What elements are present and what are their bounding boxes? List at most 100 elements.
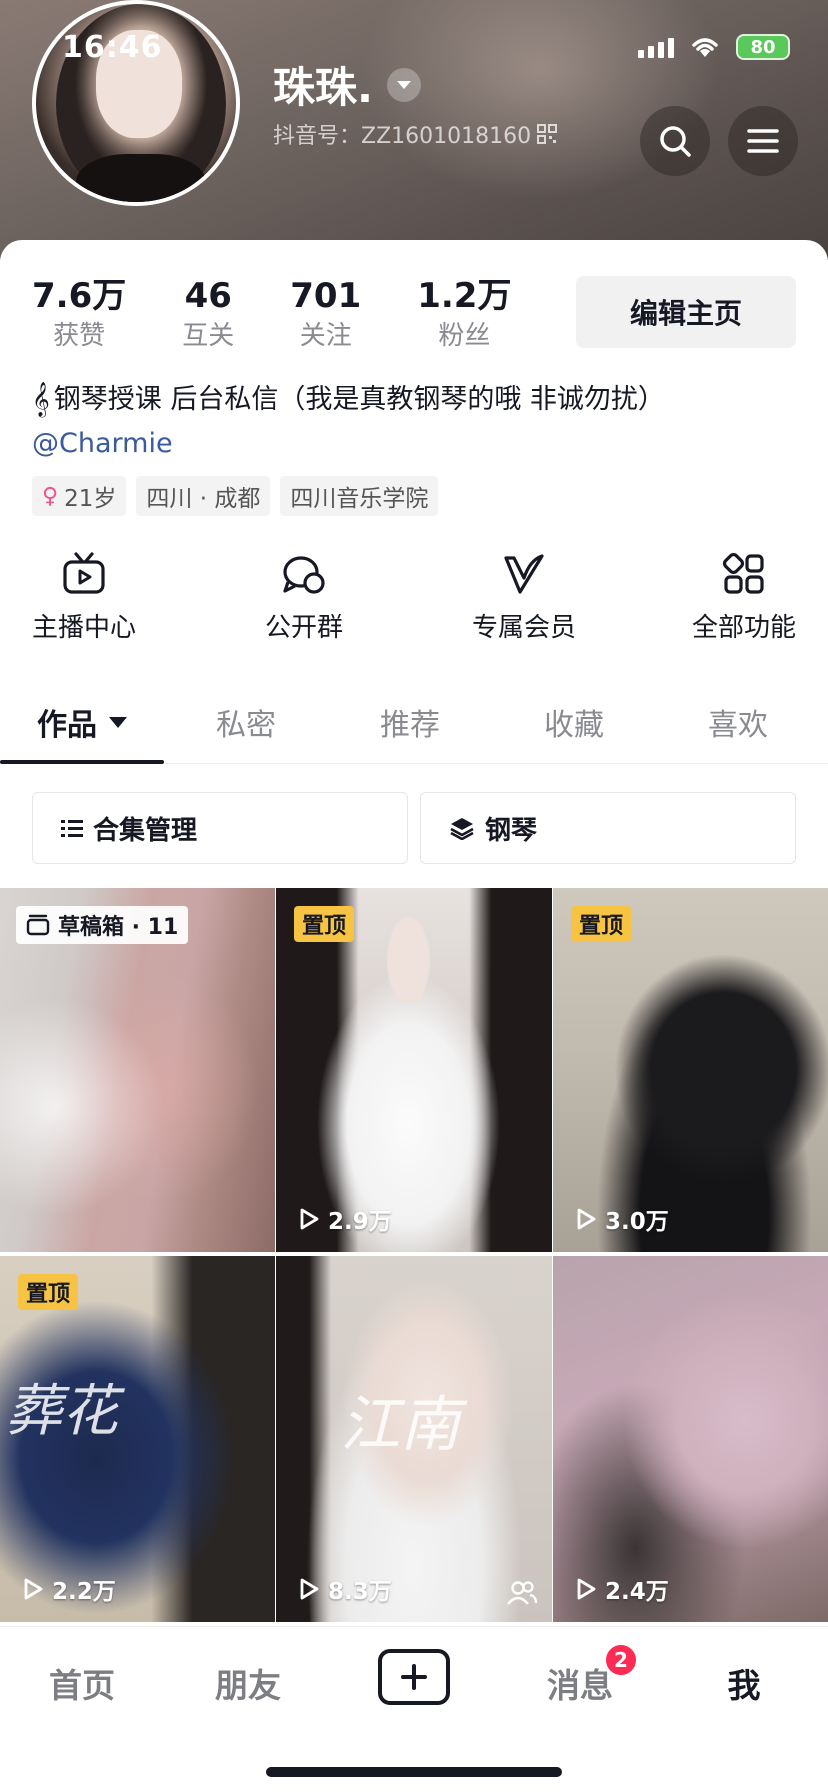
play-count: 2.4万 — [573, 1572, 669, 1606]
thumb-image-detail — [553, 1256, 828, 1622]
stat-label: 关注 — [299, 321, 352, 351]
tab-favorites[interactable]: 收藏 — [492, 680, 656, 764]
edit-profile-button[interactable]: 编辑主页 — [576, 276, 796, 348]
treble-clef-icon: 𝄞 — [32, 382, 50, 417]
quick-action-public-group[interactable]: 公开群 — [214, 550, 394, 644]
play-icon — [577, 1578, 596, 1600]
video-thumb[interactable]: 江南 8.3万 — [276, 1256, 552, 1622]
content-tabs: 作品 私密 推荐 收藏 喜欢 — [0, 680, 828, 764]
female-icon: ♀ — [42, 483, 59, 509]
status-icons: 80 — [638, 34, 790, 60]
play-icon — [300, 1578, 319, 1600]
stat-label: 粉丝 — [438, 321, 491, 351]
drafts-badge: 草稿箱 · 11 — [16, 906, 189, 944]
stat-mutual[interactable]: 46 互关 — [182, 276, 234, 354]
battery-level: 80 — [750, 36, 776, 58]
play-count-text: 2.2万 — [52, 1579, 116, 1605]
tag-location: 四川 · 成都 — [136, 476, 271, 516]
pinned-badge: 置顶 — [294, 906, 355, 942]
quick-action-anchor-center[interactable]: 主播中心 — [0, 550, 174, 644]
quick-action-all-features[interactable]: 全部功能 — [654, 550, 828, 644]
quick-action-label: 专属会员 — [471, 613, 576, 643]
drafts-box-icon — [26, 914, 50, 936]
account-switch-dropdown[interactable] — [386, 67, 421, 102]
thumb-image-detail — [276, 888, 552, 1252]
play-count-text: 2.4万 — [605, 1579, 669, 1605]
stat-value: 701 — [290, 276, 362, 316]
profile-header: 16:46 80 珠珠. 抖音号：ZZ1601018160 — [0, 0, 828, 260]
video-thumb[interactable]: 置顶 3.0万 — [553, 888, 828, 1252]
hamburger-menu-icon — [747, 129, 779, 153]
plus-icon — [401, 1664, 427, 1690]
stat-label: 获赞 — [53, 321, 106, 351]
stat-following[interactable]: 701 关注 — [290, 276, 361, 354]
tab-works[interactable]: 作品 — [0, 680, 164, 764]
collection-row: 合集管理 钢琴 — [32, 792, 796, 864]
grid-apps-icon — [722, 552, 764, 594]
stat-value: 46 — [184, 276, 232, 316]
play-count: 3.0万 — [573, 1202, 669, 1236]
profile-tags: ♀ 21岁 四川 · 成都 四川音乐学院 — [32, 476, 439, 516]
nav-friends[interactable]: 朋友 — [188, 1653, 308, 1713]
play-count: 2.2万 — [20, 1572, 116, 1606]
video-thumb[interactable]: 草稿箱 · 11 — [0, 888, 275, 1252]
home-indicator — [266, 1767, 562, 1777]
tv-play-icon — [63, 552, 105, 594]
video-overlay-caption: 江南 — [340, 1390, 460, 1460]
status-time: 16:46 — [62, 30, 163, 65]
play-count-text: 3.0万 — [605, 1209, 669, 1235]
douyin-id[interactable]: 抖音号：ZZ1601018160 — [273, 118, 558, 150]
username[interactable]: 珠珠. — [273, 54, 421, 115]
caret-down-icon — [109, 716, 127, 728]
stat-followers[interactable]: 1.2万 粉丝 — [417, 276, 511, 354]
tab-label: 作品 — [37, 708, 97, 743]
tab-private[interactable]: 私密 — [164, 680, 328, 764]
avatar-dress — [76, 154, 206, 202]
collection-label: 合集管理 — [93, 815, 198, 846]
nav-home[interactable]: 首页 — [22, 1653, 142, 1713]
stat-likes[interactable]: 7.6万 获赞 — [32, 276, 126, 354]
tab-likes[interactable]: 喜欢 — [656, 680, 820, 764]
douyin-id-text: 抖音号：ZZ1601018160 — [273, 124, 532, 149]
friends-visible-icon — [507, 1581, 538, 1605]
quick-action-label: 全部功能 — [691, 613, 796, 643]
create-post-button[interactable] — [378, 1649, 450, 1705]
thumb-image-detail — [553, 888, 828, 1252]
video-thumb[interactable]: 置顶 葬花 2.2万 — [0, 1256, 275, 1622]
battery-icon: 80 — [736, 34, 790, 60]
quick-action-vip[interactable]: 专属会员 — [434, 550, 614, 644]
stat-value: 7.6万 — [32, 276, 127, 316]
tag-age: ♀ 21岁 — [32, 476, 127, 516]
search-icon — [660, 126, 691, 157]
v-member-icon — [504, 554, 544, 594]
bio-text: 钢琴授课 后台私信（我是真教钢琴的哦 非诚勿扰） — [53, 384, 665, 415]
play-icon — [24, 1578, 43, 1600]
nav-me[interactable]: 我 — [684, 1653, 804, 1713]
layers-icon — [450, 818, 474, 840]
search-button[interactable] — [640, 106, 710, 176]
menu-button[interactable] — [728, 106, 798, 176]
play-icon — [300, 1208, 319, 1230]
tab-recommend[interactable]: 推荐 — [328, 680, 492, 764]
drafts-badge-text: 草稿箱 · 11 — [58, 915, 179, 940]
collection-piano[interactable]: 钢琴 — [420, 792, 796, 864]
video-thumb[interactable]: 2.4万 — [553, 1256, 828, 1622]
tag-text: 四川音乐学院 — [290, 486, 429, 512]
wifi-icon — [692, 38, 718, 57]
pinned-badge: 置顶 — [571, 906, 632, 942]
play-count: 8.3万 — [296, 1572, 392, 1606]
collection-manage-button[interactable]: 合集管理 — [32, 792, 408, 864]
qrcode-icon — [537, 124, 558, 144]
bio: 𝄞 钢琴授课 后台私信（我是真教钢琴的哦 非诚勿扰） — [32, 380, 665, 420]
video-thumb[interactable]: 置顶 2.9万 — [276, 888, 552, 1252]
mention-link[interactable]: @Charmie — [32, 424, 173, 464]
play-count: 2.9万 — [296, 1202, 392, 1236]
signal-icon — [638, 36, 674, 58]
pinned-badge: 置顶 — [18, 1274, 79, 1310]
tag-school: 四川音乐学院 — [280, 476, 439, 516]
quick-action-label: 主播中心 — [31, 613, 136, 643]
chat-group-icon — [283, 556, 325, 594]
play-icon — [577, 1208, 596, 1230]
stat-value: 1.2万 — [417, 276, 512, 316]
video-grid: 草稿箱 · 11 置顶 2.9万 置顶 3.0万 置顶 葬花 2.2万 江南 8… — [0, 888, 828, 1624]
